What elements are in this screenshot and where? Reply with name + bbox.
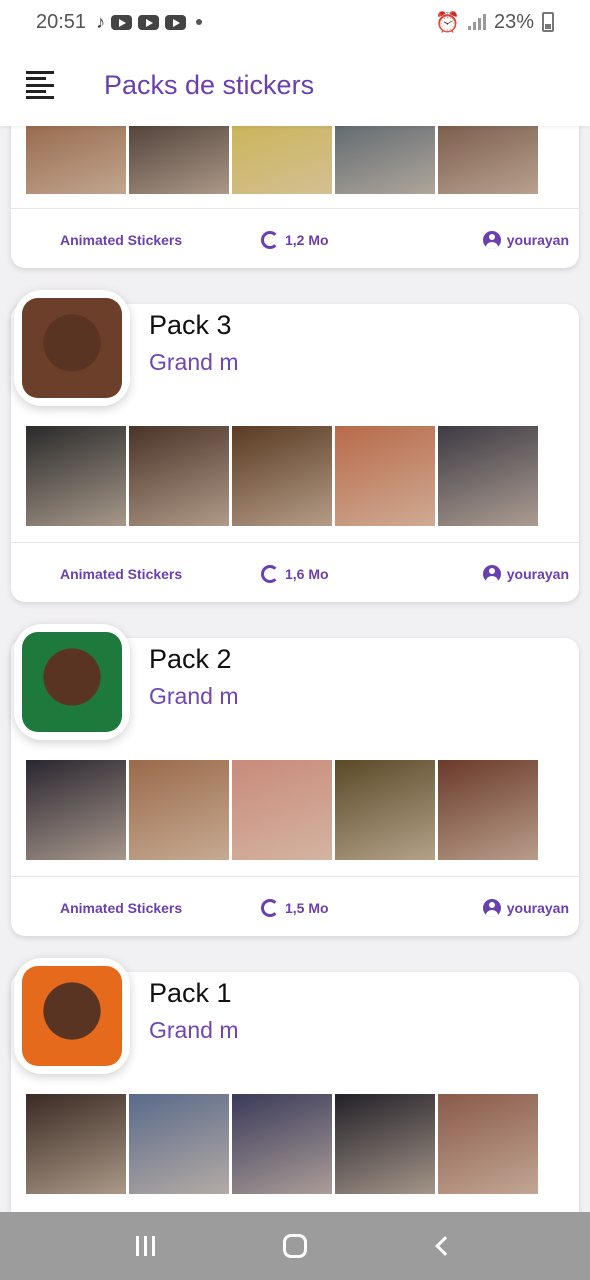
sticker-thumbnail (232, 760, 332, 860)
pack-tray-icon (14, 624, 130, 740)
size-icon (261, 899, 279, 917)
sticker-thumbnail (335, 760, 435, 860)
status-time: 20:51 (36, 10, 87, 33)
app-bar: Packs de stickers (0, 44, 590, 126)
sticker-thumbnail (129, 126, 229, 194)
tiktok-icon: ♪ (96, 11, 106, 32)
pack-list[interactable]: Animated Stickers 1,2 Mo yourayan Pack 3… (0, 126, 590, 1212)
sticker-thumbnail (26, 1094, 126, 1194)
pack-subtitle: Grand m (149, 1017, 239, 1043)
status-right: ⏰ 23% (435, 10, 554, 35)
pack-type: Animated Stickers (60, 232, 183, 248)
pack-author: yourayan (482, 899, 569, 917)
sticker-thumbnail (129, 1094, 229, 1194)
battery-text: 23% (493, 10, 534, 33)
sticker-preview-row (26, 426, 538, 526)
sticker-thumbnail (335, 426, 435, 526)
sticker-thumbnail (335, 1094, 435, 1194)
pack-author: yourayan (482, 231, 569, 249)
pack-subtitle: Grand m (149, 349, 239, 375)
youtube-icon (138, 14, 160, 30)
pack-type: Animated Stickers (60, 900, 183, 916)
youtube-icon (165, 14, 187, 30)
pack-meta: Animated Stickers 1,2 Mo yourayan (11, 210, 579, 270)
pack-tray-icon (14, 290, 130, 406)
sticker-thumbnail (438, 126, 538, 194)
more-notifications-icon (196, 19, 203, 25)
pack-type: Animated Stickers (60, 566, 183, 582)
pack-size: 1,6 Mo (261, 565, 329, 583)
pack-size: 1,2 Mo (261, 231, 329, 249)
sticker-thumbnail (26, 760, 126, 860)
notification-icons: ♪ (96, 11, 203, 33)
youtube-icon (111, 14, 133, 30)
user-icon (482, 899, 501, 917)
sticker-thumbnail (129, 426, 229, 526)
back-icon (435, 1236, 455, 1256)
alarm-icon: ⏰ (435, 11, 460, 34)
status-bar: 20:51 ♪ ⏰ 23% (0, 0, 590, 44)
user-icon (482, 565, 501, 583)
sticker-thumbnail (129, 760, 229, 860)
recents-button[interactable] (123, 1226, 167, 1266)
sticker-preview-row (26, 126, 538, 194)
sticker-thumbnail (26, 126, 126, 194)
pack-name: Pack 3 (149, 310, 232, 340)
pack-name: Pack 1 (149, 978, 232, 1008)
sticker-thumbnail (232, 426, 332, 526)
sticker-thumbnail (232, 1094, 332, 1194)
sticker-thumbnail (438, 760, 538, 860)
battery-icon (542, 12, 554, 32)
home-button[interactable] (273, 1226, 317, 1266)
sticker-thumbnail (335, 126, 435, 194)
size-icon (261, 231, 279, 249)
pack-size: 1,5 Mo (261, 899, 329, 917)
pack-subtitle: Grand m (149, 683, 239, 709)
signal-icon (467, 14, 486, 30)
back-button[interactable] (423, 1226, 467, 1266)
sticker-preview-row (26, 760, 538, 860)
size-icon (261, 565, 279, 583)
sticker-thumbnail (438, 1094, 538, 1194)
sticker-preview-row (26, 1094, 538, 1194)
recents-icon (135, 1236, 155, 1256)
page-title: Packs de stickers (104, 69, 315, 100)
sticker-thumbnail (26, 426, 126, 526)
pack-meta: Animated Stickers 1,5 Mo yourayan (11, 878, 579, 938)
user-icon (482, 231, 501, 249)
pack-author: yourayan (482, 565, 569, 583)
sticker-thumbnail (438, 426, 538, 526)
pack-meta: Animated Stickers 1,6 Mo yourayan (11, 544, 579, 604)
pack-tray-icon (14, 958, 130, 1074)
system-nav-bar (0, 1212, 590, 1280)
menu-icon[interactable] (26, 71, 54, 99)
sticker-thumbnail (232, 126, 332, 194)
pack-name: Pack 2 (149, 644, 232, 674)
home-icon (283, 1234, 307, 1258)
